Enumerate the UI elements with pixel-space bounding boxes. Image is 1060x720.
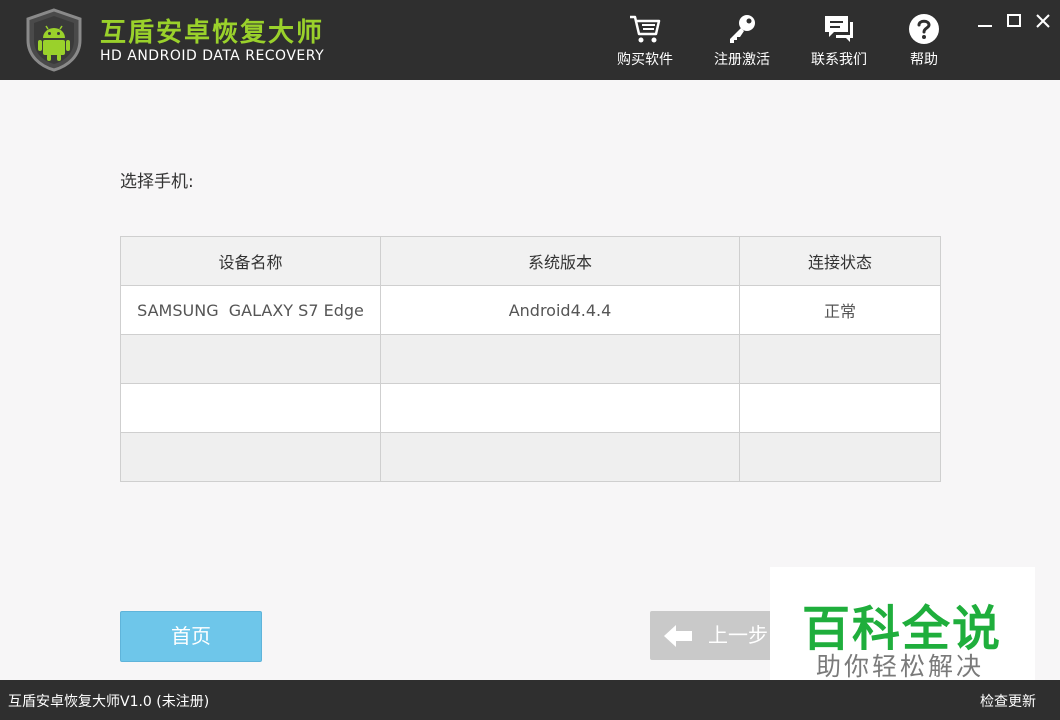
system-version-cell (380, 432, 740, 482)
column-header-device-name: 设备名称 (120, 236, 381, 286)
system-version-cell (380, 383, 740, 433)
shield-android-logo-icon (24, 8, 84, 72)
system-version-cell (380, 334, 740, 384)
cart-icon (630, 15, 661, 43)
help-button[interactable]: 帮助 (884, 12, 964, 72)
device-name-cell (120, 432, 381, 482)
table-row (120, 334, 941, 384)
arrow-left-icon (664, 625, 692, 647)
contact-us-label: 联系我们 (811, 52, 867, 68)
status-bar: 互盾安卓恢复大师V1.0 (未注册) 检查更新 (0, 680, 1060, 720)
close-icon (1036, 14, 1050, 28)
chat-icon (825, 16, 853, 42)
home-button[interactable]: 首页 (120, 611, 262, 662)
version-status-text: 互盾安卓恢复大师V1.0 (未注册) (8, 694, 210, 710)
help-icon (909, 14, 939, 44)
table-row (120, 383, 941, 433)
register-activate-button[interactable]: 注册激活 (702, 12, 782, 72)
watermark-sub-text: 助你轻松解决 (816, 652, 985, 681)
device-table: 设备名称 系统版本 连接状态 SAMSUNG GALAXY S7 Edge An… (120, 236, 941, 482)
device-name-cell: SAMSUNG GALAXY S7 Edge (120, 285, 381, 335)
table-row (120, 432, 941, 482)
connection-status-cell (739, 383, 941, 433)
connection-status-cell (739, 334, 941, 384)
watermark: 百科全说 助你轻松解决 (770, 567, 1035, 695)
connection-status-cell (739, 432, 941, 482)
device-name-cell (120, 383, 381, 433)
column-header-system-version: 系统版本 (380, 236, 740, 286)
minimize-button[interactable] (974, 10, 996, 32)
app-title: 互盾安卓恢复大师 (100, 18, 325, 48)
previous-step-label: 上一步 (708, 623, 768, 647)
app-subtitle: HD ANDROID DATA RECOVERY (100, 48, 325, 64)
close-button[interactable] (1032, 10, 1054, 32)
device-name-cell (120, 334, 381, 384)
table-row[interactable]: SAMSUNG GALAXY S7 Edge Android4.4.4 正常 (120, 285, 941, 335)
key-icon (730, 15, 755, 43)
connection-status-cell: 正常 (739, 285, 941, 335)
check-update-link[interactable]: 检查更新 (980, 691, 1036, 711)
table-header-row: 设备名称 系统版本 连接状态 (120, 236, 941, 286)
system-version-cell: Android4.4.4 (380, 285, 740, 335)
maximize-button[interactable] (1003, 10, 1025, 32)
buy-software-button[interactable]: 购买软件 (605, 12, 685, 72)
title-bar: 互盾安卓恢复大师 HD ANDROID DATA RECOVERY 购买软件 注… (0, 0, 1060, 80)
buy-software-label: 购买软件 (617, 52, 673, 68)
column-header-connection-status: 连接状态 (739, 236, 941, 286)
maximize-icon (1007, 14, 1021, 27)
minimize-icon (978, 25, 992, 27)
select-phone-prompt: 选择手机: (120, 172, 194, 192)
register-activate-label: 注册激活 (714, 52, 770, 68)
help-label: 帮助 (910, 52, 938, 68)
contact-us-button[interactable]: 联系我们 (799, 12, 879, 72)
